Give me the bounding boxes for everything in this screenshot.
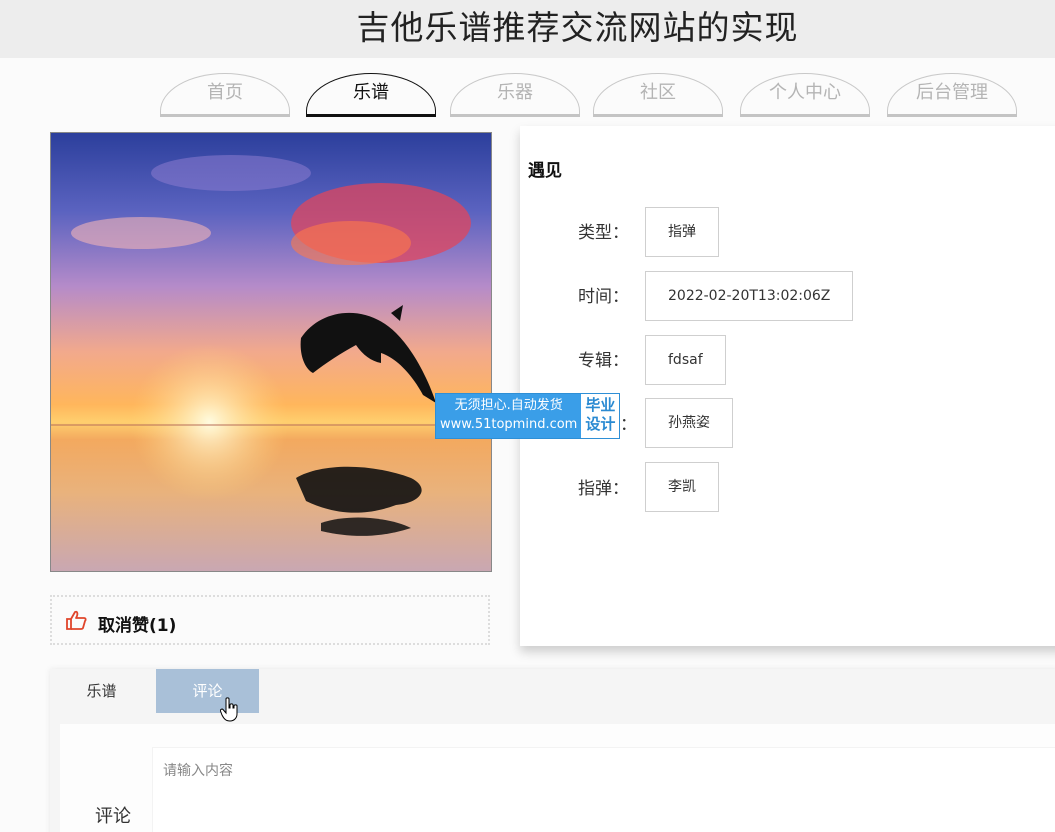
- watermark-line1: 无须担心.自动发货: [454, 398, 563, 413]
- hand-cursor-icon: [220, 697, 238, 722]
- main-nav: 首页 乐谱 乐器 社区 个人中心 后台管理: [0, 0, 1055, 120]
- nav-tab-admin[interactable]: 后台管理: [887, 73, 1017, 117]
- thumbs-up-icon: [66, 610, 87, 630]
- field-player-value: 李凯: [645, 462, 719, 512]
- like-button[interactable]: 取消赞(1): [50, 595, 490, 645]
- field-album-label: 专辑：: [578, 351, 629, 371]
- field-type-label: 类型：: [578, 223, 629, 243]
- nav-tab-community[interactable]: 社区: [593, 73, 723, 117]
- nav-tab-scores[interactable]: 乐谱: [306, 73, 436, 117]
- comment-label: 评论: [95, 806, 131, 827]
- nav-tab-home[interactable]: 首页: [160, 73, 290, 117]
- score-cover-image: [50, 132, 492, 572]
- nav-tab-instruments[interactable]: 乐器: [450, 73, 580, 117]
- field-artist-value: 孙燕姿: [645, 398, 733, 448]
- nav-tab-profile[interactable]: 个人中心: [740, 73, 870, 117]
- watermark-side: 毕业 设计: [581, 394, 620, 438]
- comment-tab-body: 评论: [60, 724, 1055, 832]
- score-detail-panel: 遇见 类型： 指弹 时间： 2022-02-20T13:02:06Z 专辑： f…: [520, 126, 1055, 646]
- score-title: 遇见: [528, 161, 562, 181]
- watermark-side2: 设计: [585, 415, 616, 433]
- like-label: 取消赞(1): [98, 616, 177, 636]
- field-type-value: 指弹: [645, 207, 719, 257]
- watermark-badge: 无须担心.自动发货 www.51topmind.com 毕业 设计: [435, 393, 621, 439]
- tab-score[interactable]: 乐谱: [50, 669, 153, 713]
- watermark-text: 无须担心.自动发货 www.51topmind.com: [436, 394, 581, 438]
- field-time-value: 2022-02-20T13:02:06Z: [645, 271, 854, 321]
- field-album-value: fdsaf: [645, 335, 726, 385]
- watermark-line2: www.51topmind.com: [440, 417, 578, 432]
- watermark-side1: 毕业: [585, 396, 616, 414]
- field-player-label: 指弹：: [578, 479, 629, 499]
- tab-comments[interactable]: 评论: [156, 669, 259, 713]
- content-tabs-section: 乐谱 评论 评论: [50, 669, 1055, 832]
- comment-input[interactable]: [152, 747, 1055, 832]
- page: 吉他乐谱推荐交流网站的实现 首页 乐谱 乐器 社区 个人中心 后台管理 遇见 类…: [0, 0, 1055, 832]
- field-time-label: 时间：: [578, 287, 629, 307]
